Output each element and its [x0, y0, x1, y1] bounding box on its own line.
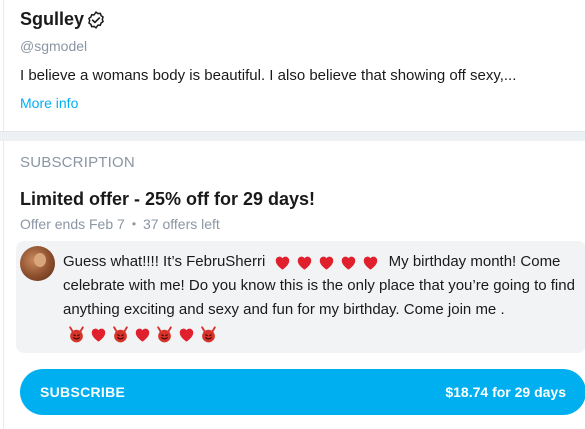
red-heart-icon: [298, 256, 312, 270]
subscription-card: SUBSCRIPTION Limited offer - 25% off for…: [3, 141, 585, 429]
profile-name-row: Sgulley: [20, 9, 105, 30]
offer-message-text: Guess what!!!! It’s FebruSherri My birth…: [63, 250, 583, 346]
offers-left: 37 offers left: [143, 216, 220, 232]
hearts-row: [273, 253, 380, 272]
separator-dot-icon: •: [131, 217, 137, 231]
red-heart-icon: [364, 256, 378, 270]
profile-bio: I believe a womans body is beautiful. I …: [20, 67, 517, 84]
smiling-devil-icon: [157, 325, 172, 342]
subscribe-price: $18.74 for 29 days: [445, 384, 566, 400]
offer-message: Guess what!!!! It’s FebruSherri My birth…: [16, 241, 585, 353]
verified-badge-icon: [88, 10, 104, 29]
offer-meta: Offer ends Feb 7 • 37 offers left: [20, 216, 220, 232]
avatar[interactable]: [20, 246, 55, 281]
smiling-devil-icon: [69, 325, 84, 342]
more-info-link[interactable]: More info: [20, 95, 78, 111]
red-heart-icon: [179, 328, 194, 342]
section-divider: [0, 131, 585, 141]
message-line1-start: Guess what!!!! It’s FebruSherri: [63, 253, 266, 270]
red-heart-icon: [276, 256, 290, 270]
subscribe-button[interactable]: SUBSCRIBE $18.74 for 29 days: [20, 369, 585, 415]
red-heart-icon: [135, 328, 150, 342]
subscription-section-title: SUBSCRIPTION: [20, 154, 135, 171]
smiling-devil-icon: [201, 325, 216, 342]
profile-name: Sgulley: [20, 9, 85, 29]
red-heart-icon: [91, 328, 106, 342]
emoji-end-row: [67, 325, 218, 344]
message-line1-end: My birthday month!: [388, 253, 517, 270]
smiling-devil-icon: [113, 325, 128, 342]
profile-card: Sgulley @sgmodel I believe a womans body…: [3, 0, 585, 131]
offer-ends: Offer ends Feb 7: [20, 216, 125, 232]
red-heart-icon: [320, 256, 334, 270]
subscribe-label: SUBSCRIBE: [40, 384, 126, 400]
red-heart-icon: [342, 256, 356, 270]
offer-title: Limited offer - 25% off for 29 days!: [20, 189, 316, 209]
profile-handle: @sgmodel: [20, 38, 88, 54]
